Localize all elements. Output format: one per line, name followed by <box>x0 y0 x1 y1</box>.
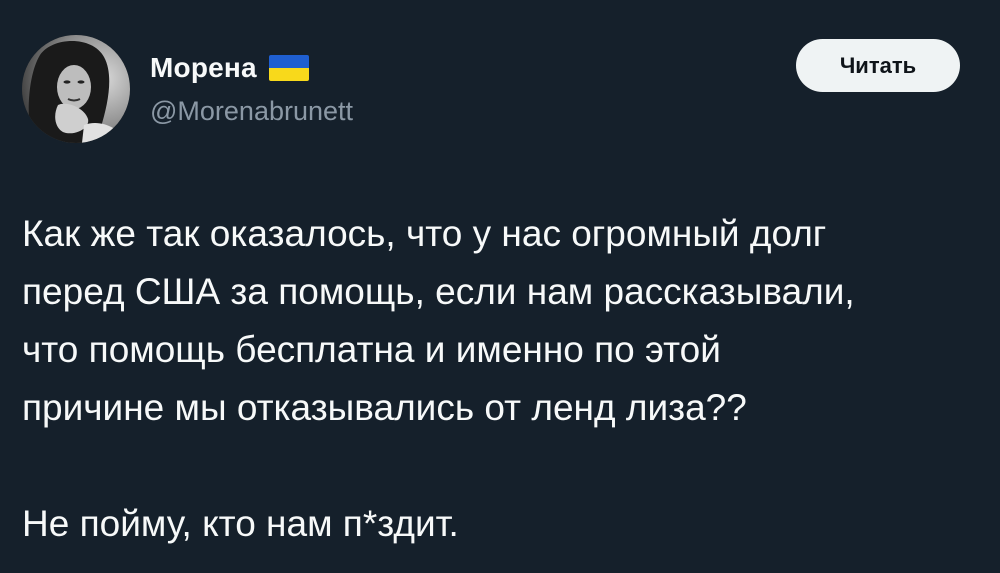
author-name-row: Морена <box>150 48 309 88</box>
author-handle[interactable]: @Morenabrunett <box>150 96 353 127</box>
author-display-name[interactable]: Морена <box>150 52 257 84</box>
follow-button[interactable]: Читать <box>796 39 960 92</box>
tweet-text-line: перед США за помощь, если нам рассказыва… <box>22 271 855 312</box>
ukraine-flag-icon <box>268 55 309 81</box>
avatar[interactable] <box>22 35 130 143</box>
tweet-text-closing: Не пойму, кто нам п*здит. <box>22 503 459 544</box>
tweet-text-line: что помощь бесплатна и именно по этой <box>22 329 721 370</box>
avatar-photo <box>22 35 130 143</box>
tweet-text-line: Как же так оказалось, что у нас огромный… <box>22 213 827 254</box>
tweet-card: Морена @Morenabrunett Читать Как же так … <box>0 0 1000 573</box>
tweet-text: Как же так оказалось, что у нас огромный… <box>22 205 982 553</box>
tweet-text-line: причине мы отказывались от ленд лиза?? <box>22 387 747 428</box>
